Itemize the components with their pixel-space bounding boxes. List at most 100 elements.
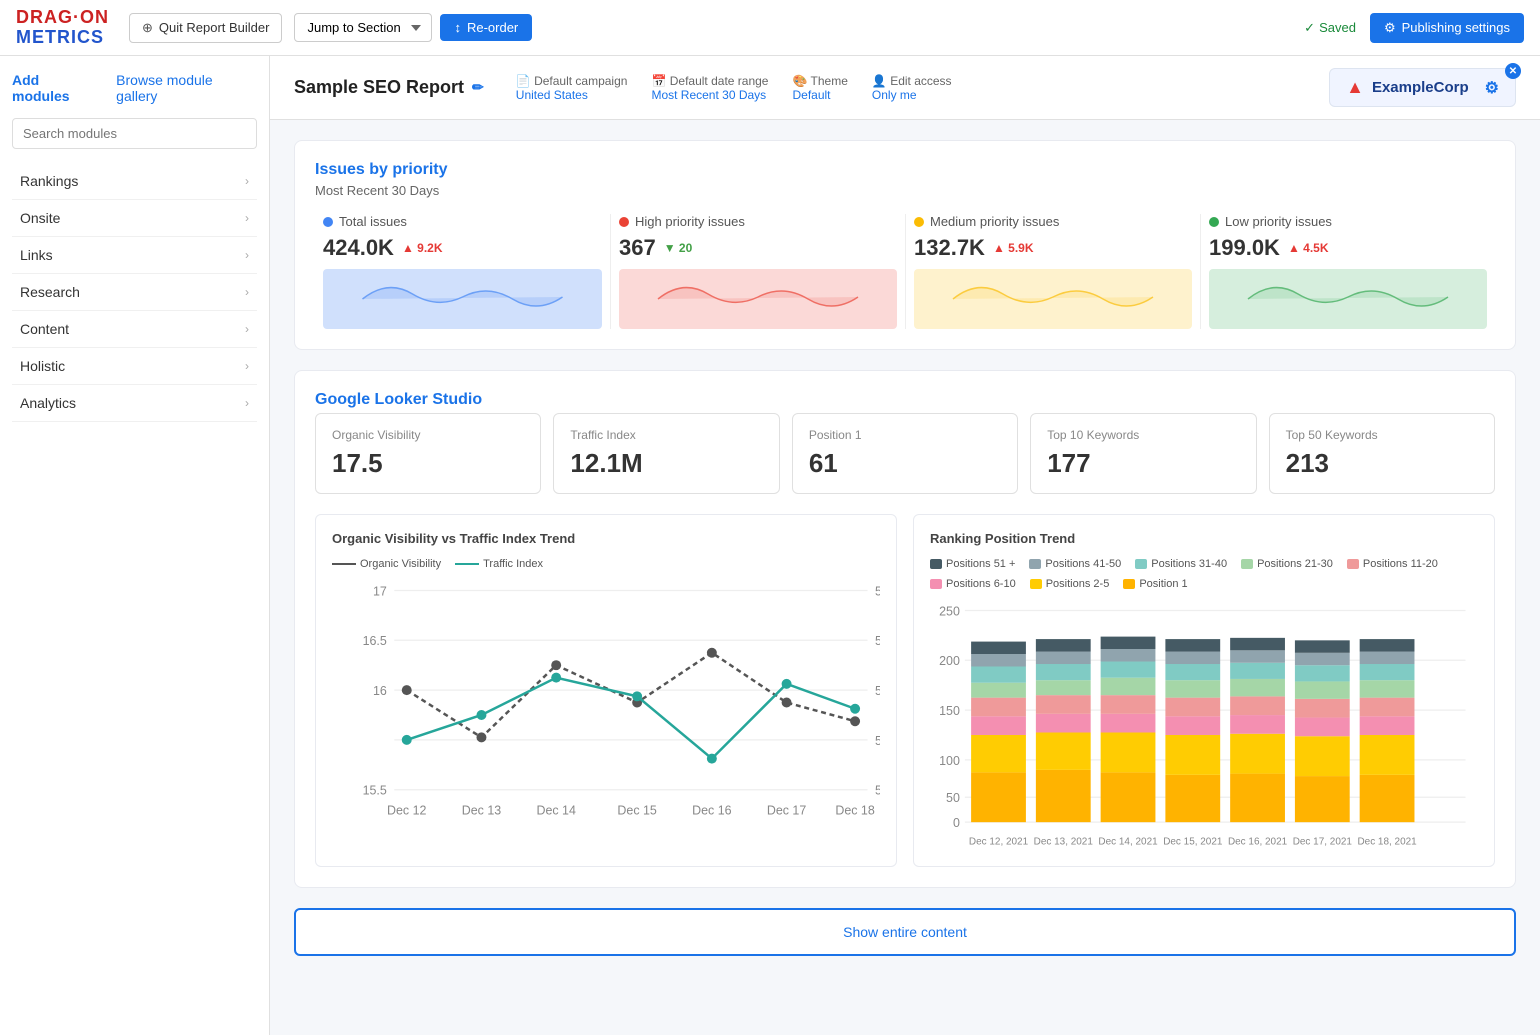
- quit-btn-label: Quit Report Builder: [159, 20, 270, 35]
- meta-access: 👤 Edit access Only me: [872, 74, 952, 102]
- line-chart-title: Organic Visibility vs Traffic Index Tren…: [332, 531, 880, 546]
- meta-campaign: 📄 Default campaign United States: [516, 74, 628, 102]
- quit-report-builder-button[interactable]: ⊕ Quit Report Builder: [129, 13, 282, 43]
- metric-value-3: 177: [1047, 448, 1239, 479]
- issue-dot-0: [323, 217, 333, 227]
- nav-list: Rankings›Onsite›Links›Research›Content›H…: [12, 163, 257, 422]
- campaign-value[interactable]: United States: [516, 88, 628, 102]
- sidebar-item-rankings[interactable]: Rankings›: [12, 163, 257, 200]
- main-content: Sample SEO Report ✏ 📄 Default campaign U…: [270, 56, 1540, 1035]
- issue-number-0: 424.0K ▲ 9.2K: [323, 235, 602, 261]
- issue-dot-2: [914, 217, 924, 227]
- svg-text:Dec 17, 2021: Dec 17, 2021: [1293, 837, 1353, 847]
- report-header: Sample SEO Report ✏ 📄 Default campaign U…: [270, 56, 1540, 120]
- issue-dot-1: [619, 217, 629, 227]
- svg-text:5.6M: 5.6M: [875, 634, 880, 648]
- bar-chart-legend: Positions 51 + Positions 41-50 Positions…: [930, 558, 1478, 590]
- app-logo: DRAG·ON METRICS: [16, 8, 109, 48]
- date-value[interactable]: Most Recent 30 Days: [651, 88, 768, 102]
- access-value[interactable]: Only me: [872, 88, 952, 102]
- company-logo-close[interactable]: ✕: [1505, 63, 1521, 79]
- sidebar-item-holistic[interactable]: Holistic›: [12, 348, 257, 385]
- metric-label-0: Organic Visibility: [332, 428, 524, 442]
- add-modules-link[interactable]: Add modules: [12, 72, 100, 104]
- sidebar-item-analytics[interactable]: Analytics›: [12, 385, 257, 422]
- metric-label-2: Position 1: [809, 428, 1001, 442]
- metric-card-0: Organic Visibility 17.5: [315, 413, 541, 494]
- chevron-right-icon: ›: [245, 248, 249, 262]
- line-chart-container: Organic Visibility vs Traffic Index Tren…: [315, 514, 897, 867]
- legend-pos1: Position 1: [1123, 578, 1187, 590]
- metric-label-4: Top 50 Keywords: [1286, 428, 1478, 442]
- legend-pos11: Positions 11-20: [1347, 558, 1438, 570]
- issues-section: Issues by priority Most Recent 30 Days T…: [294, 140, 1516, 350]
- issue-number-1: 367 ▼ 20: [619, 235, 897, 261]
- svg-text:Dec 16, 2021: Dec 16, 2021: [1228, 837, 1288, 847]
- gear-icon: ⚙: [1384, 20, 1396, 36]
- edit-title-icon[interactable]: ✏: [472, 79, 484, 96]
- sidebar-item-onsite[interactable]: Onsite›: [12, 200, 257, 237]
- show-entire-content-button[interactable]: Show entire content: [294, 908, 1516, 956]
- issue-change-2: ▲ 5.9K: [993, 241, 1034, 255]
- sidebar-item-content[interactable]: Content›: [12, 311, 257, 348]
- reorder-icon: ↕: [454, 20, 461, 35]
- charts-row: Organic Visibility vs Traffic Index Tren…: [315, 514, 1495, 867]
- sidebar-item-research[interactable]: Research›: [12, 274, 257, 311]
- campaign-icon: 📄 Default campaign: [516, 74, 628, 88]
- legend-pos41: Positions 41-50: [1029, 558, 1121, 570]
- chevron-right-icon: ›: [245, 285, 249, 299]
- report-meta: 📄 Default campaign United States 📅 Defau…: [516, 74, 952, 102]
- metric-value-2: 61: [809, 448, 1001, 479]
- svg-text:Dec 15: Dec 15: [617, 804, 656, 818]
- issue-legend-0: Total issues: [323, 214, 602, 229]
- svg-text:Dec 12, 2021: Dec 12, 2021: [969, 837, 1029, 847]
- svg-text:Dec 14, 2021: Dec 14, 2021: [1098, 837, 1158, 847]
- issue-chart-2: [914, 269, 1192, 329]
- publish-label: Publishing settings: [1402, 20, 1510, 35]
- issue-dot-3: [1209, 217, 1219, 227]
- metric-value-4: 213: [1286, 448, 1478, 479]
- access-icon: 👤 Edit access: [872, 74, 952, 88]
- theme-value[interactable]: Default: [792, 88, 847, 102]
- issue-legend-2: Medium priority issues: [914, 214, 1192, 229]
- svg-text:Dec 14: Dec 14: [536, 804, 575, 818]
- issue-col-0: Total issues 424.0K ▲ 9.2K: [315, 214, 610, 329]
- reorder-button[interactable]: ↕ Re-order: [440, 14, 532, 41]
- svg-text:Dec 17: Dec 17: [767, 804, 806, 818]
- svg-text:Dec 13: Dec 13: [462, 804, 501, 818]
- metric-card-1: Traffic Index 12.1M: [553, 413, 779, 494]
- company-name: ExampleCorp: [1372, 79, 1469, 96]
- issue-col-1: High priority issues 367 ▼ 20: [610, 214, 905, 329]
- sidebar-item-links[interactable]: Links›: [12, 237, 257, 274]
- sidebar: Add modules Browse module gallery Rankin…: [0, 56, 270, 1035]
- metric-card-2: Position 1 61: [792, 413, 1018, 494]
- search-modules-input[interactable]: [12, 118, 257, 149]
- svg-text:0: 0: [953, 816, 960, 830]
- metric-label-1: Traffic Index: [570, 428, 762, 442]
- legend-pos21: Positions 21-30: [1241, 558, 1333, 570]
- svg-text:Dec 13, 2021: Dec 13, 2021: [1034, 837, 1094, 847]
- svg-text:Dec 12: Dec 12: [387, 804, 426, 818]
- metric-value-1: 12.1M: [570, 448, 762, 479]
- bar-chart-container: Ranking Position Trend Positions 51 + Po…: [913, 514, 1495, 867]
- issue-legend-1: High priority issues: [619, 214, 897, 229]
- legend-organic: Organic Visibility: [332, 558, 441, 570]
- jump-to-section-select[interactable]: Jump to Section: [294, 13, 432, 42]
- svg-text:Dec 18: Dec 18: [835, 804, 874, 818]
- publishing-settings-button[interactable]: ⚙ Publishing settings: [1370, 13, 1524, 43]
- metric-label-3: Top 10 Keywords: [1047, 428, 1239, 442]
- theme-icon: 🎨 Theme: [792, 74, 847, 88]
- bar-chart-svg: 250 200 150 100 50 0: [930, 598, 1478, 847]
- issue-change-3: ▲ 4.5K: [1288, 241, 1329, 255]
- reorder-label: Re-order: [467, 20, 518, 35]
- browse-module-gallery-link[interactable]: Browse module gallery: [116, 72, 257, 104]
- issue-chart-1: [619, 269, 897, 329]
- svg-text:15.5: 15.5: [363, 784, 387, 798]
- company-logo-settings-icon[interactable]: ⚙: [1485, 78, 1499, 98]
- chevron-right-icon: ›: [245, 174, 249, 188]
- meta-theme: 🎨 Theme Default: [792, 74, 847, 102]
- svg-text:150: 150: [939, 704, 960, 718]
- svg-text:16: 16: [373, 684, 387, 698]
- header-right: ✓ Saved ⚙ Publishing settings: [1304, 13, 1524, 43]
- svg-text:100: 100: [939, 754, 960, 768]
